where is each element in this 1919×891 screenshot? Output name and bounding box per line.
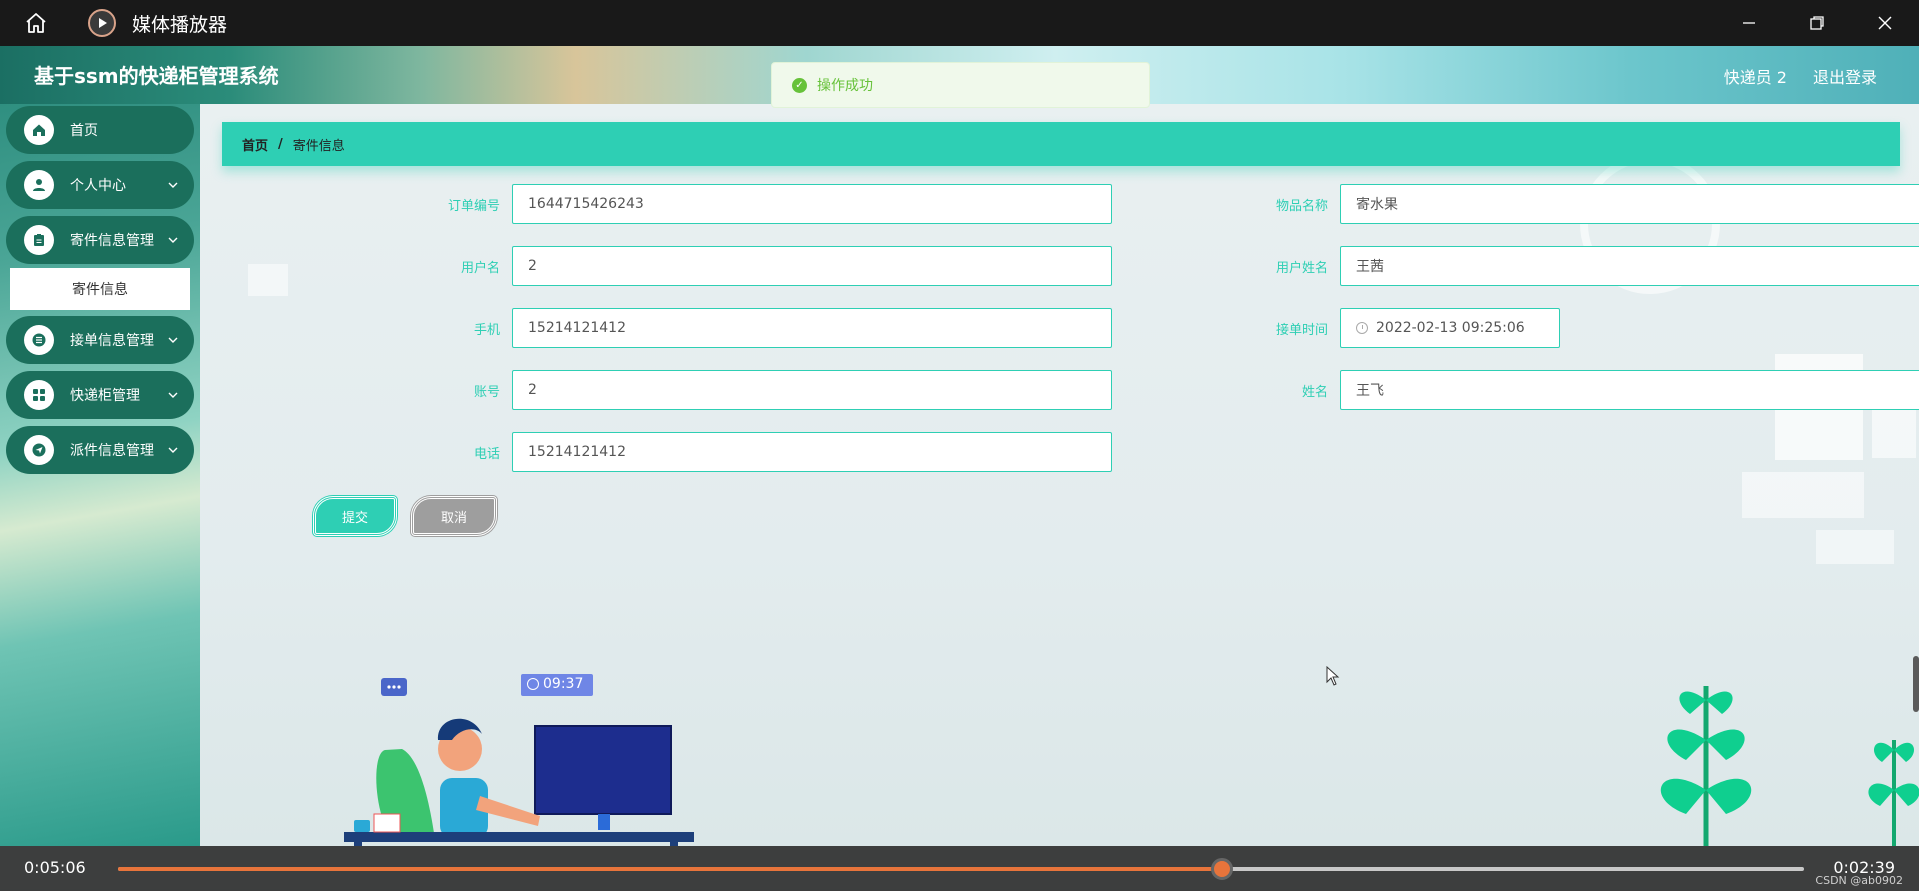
field-account: 账号 2 bbox=[434, 370, 1112, 410]
field-user-fullname: 用户姓名 王茜 bbox=[1262, 246, 1919, 286]
grid-icon bbox=[24, 380, 54, 410]
decoration-block bbox=[1742, 472, 1864, 518]
field-order-time: 接单时间 2022-02-13 09:25:06 bbox=[1262, 308, 1560, 348]
sidebar-item-label: 个人中心 bbox=[70, 178, 126, 194]
decoration-block bbox=[248, 264, 288, 296]
list-icon bbox=[24, 325, 54, 355]
sidebar-item-profile[interactable]: 个人中心 bbox=[6, 161, 194, 209]
sidebar-item-locker-management[interactable]: 快递柜管理 bbox=[6, 371, 194, 419]
close-icon[interactable] bbox=[1851, 0, 1919, 46]
breadcrumb: 首页 / 寄件信息 bbox=[222, 122, 1900, 166]
sidebar-item-label: 接单信息管理 bbox=[70, 333, 154, 349]
seek-bar-thumb[interactable] bbox=[1211, 858, 1234, 880]
user-fullname-input[interactable]: 王茜 bbox=[1340, 246, 1919, 286]
field-name: 姓名 王飞 bbox=[1262, 370, 1919, 410]
field-username: 用户名 2 bbox=[434, 246, 1112, 286]
sidebar-subitem-shipment-info[interactable]: 寄件信息 bbox=[10, 268, 190, 310]
field-label: 用户姓名 bbox=[1275, 260, 1328, 276]
field-label: 订单编号 bbox=[447, 198, 500, 214]
check-circle-icon: ✓ bbox=[792, 77, 807, 93]
sidebar-item-home[interactable]: 首页 bbox=[6, 106, 194, 154]
account-input[interactable]: 2 bbox=[512, 370, 1112, 410]
sidebar-item-order-management[interactable]: 接单信息管理 bbox=[6, 316, 194, 364]
sidebar-item-delivery-management[interactable]: 派件信息管理 bbox=[6, 426, 194, 474]
seek-bar-progress bbox=[118, 867, 1223, 871]
field-label: 物品名称 bbox=[1275, 198, 1328, 214]
office-worker-illustration bbox=[344, 674, 694, 846]
cancel-button[interactable]: 取消 bbox=[411, 496, 497, 536]
home-icon[interactable] bbox=[18, 5, 54, 41]
sidebar: 首页 个人中心 寄件信息管理 寄件信息 接单信息管理 快递柜管理 派件信息管理 bbox=[0, 104, 200, 846]
submit-button[interactable]: 提交 bbox=[313, 496, 397, 536]
username-input[interactable]: 2 bbox=[512, 246, 1112, 286]
illustration-clock-time: 09:37 bbox=[543, 676, 584, 692]
field-label: 手机 bbox=[473, 322, 500, 338]
success-toast: ✓ 操作成功 bbox=[771, 62, 1150, 108]
player-title: 媒体播放器 bbox=[132, 13, 228, 36]
chevron-down-icon bbox=[166, 443, 180, 457]
watermark: CSDN @ab0902 bbox=[1815, 874, 1903, 887]
send-icon bbox=[24, 435, 54, 465]
field-tel: 电话 15214121412 bbox=[434, 432, 1112, 472]
window-controls bbox=[1715, 0, 1919, 46]
chevron-down-icon bbox=[166, 233, 180, 247]
order-time-value: 2022-02-13 09:25:06 bbox=[1376, 320, 1525, 336]
field-label: 电话 bbox=[473, 446, 500, 462]
user-icon bbox=[24, 170, 54, 200]
item-name-input[interactable]: 寄水果 bbox=[1340, 184, 1919, 224]
clipboard-icon bbox=[24, 225, 54, 255]
field-order-no: 订单编号 1644715426243 bbox=[434, 184, 1112, 224]
chevron-down-icon bbox=[166, 178, 180, 192]
breadcrumb-home[interactable]: 首页 bbox=[242, 135, 268, 154]
mouse-cursor-icon bbox=[1326, 666, 1340, 686]
field-item-name: 物品名称 寄水果 bbox=[1262, 184, 1919, 224]
clock-icon bbox=[1356, 322, 1368, 334]
order-no-input[interactable]: 1644715426243 bbox=[512, 184, 1112, 224]
breadcrumb-separator: / bbox=[278, 136, 283, 152]
name-input[interactable]: 王飞 bbox=[1340, 370, 1919, 410]
scrollbar-thumb[interactable] bbox=[1913, 656, 1919, 712]
order-time-picker[interactable]: 2022-02-13 09:25:06 bbox=[1340, 308, 1560, 348]
field-label: 接单时间 bbox=[1275, 322, 1328, 338]
home-icon bbox=[24, 115, 54, 145]
plant-illustration bbox=[1660, 686, 1919, 846]
player-titlebar: 媒体播放器 bbox=[0, 0, 1919, 46]
sidebar-item-shipment-management[interactable]: 寄件信息管理 bbox=[6, 216, 194, 264]
clock-icon bbox=[527, 678, 539, 690]
decoration-block bbox=[1816, 530, 1894, 564]
media-player-icon bbox=[88, 9, 116, 37]
illustration-clock: 09:37 bbox=[527, 676, 583, 692]
field-label: 用户名 bbox=[460, 260, 500, 276]
field-phone: 手机 15214121412 bbox=[434, 308, 1112, 348]
phone-input[interactable]: 15214121412 bbox=[512, 308, 1112, 348]
sidebar-item-label: 快递柜管理 bbox=[70, 388, 140, 404]
toast-message: 操作成功 bbox=[817, 78, 873, 94]
sidebar-item-label: 寄件信息管理 bbox=[70, 233, 154, 249]
field-label: 账号 bbox=[473, 384, 500, 400]
main-content: 首页 / 寄件信息 订单编号 1644715426243 用户名 2 手机 15… bbox=[200, 104, 1919, 846]
decoration-block bbox=[1872, 410, 1916, 458]
tel-input[interactable]: 15214121412 bbox=[512, 432, 1112, 472]
current-time: 0:05:06 bbox=[24, 858, 86, 877]
app-title: 基于ssm的快递柜管理系统 bbox=[34, 64, 279, 88]
minimize-icon[interactable] bbox=[1715, 0, 1783, 46]
player-controls: 0:05:06 0:02:39 CSDN @ab0902 bbox=[0, 846, 1919, 891]
current-user: 快递员 2 bbox=[1723, 68, 1787, 87]
logout-link[interactable]: 退出登录 bbox=[1813, 64, 1877, 88]
chevron-down-icon bbox=[166, 333, 180, 347]
seek-bar[interactable] bbox=[118, 858, 1804, 880]
sidebar-item-label: 首页 bbox=[70, 123, 98, 139]
breadcrumb-current: 寄件信息 bbox=[292, 138, 345, 154]
sidebar-item-label: 派件信息管理 bbox=[70, 443, 154, 459]
restore-icon[interactable] bbox=[1783, 0, 1851, 46]
chevron-down-icon bbox=[166, 388, 180, 402]
field-label: 姓名 bbox=[1301, 384, 1328, 400]
